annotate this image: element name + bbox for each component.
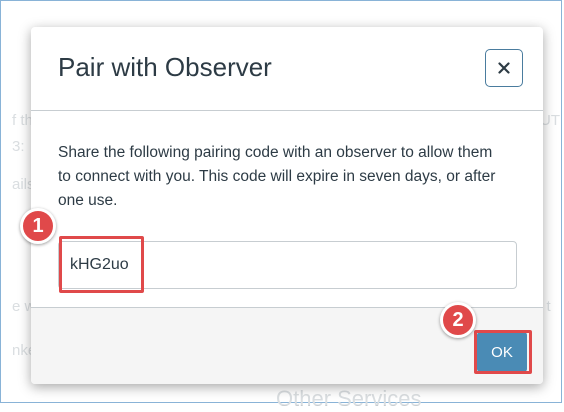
dialog-header: Pair with Observer [31, 27, 543, 111]
ok-button[interactable]: OK [477, 332, 527, 372]
pairing-code-field[interactable]: kHG2uo [58, 241, 517, 289]
dialog-body: Share the following pairing code with an… [31, 111, 543, 307]
close-button[interactable] [485, 49, 523, 87]
dialog-title: Pair with Observer [58, 52, 272, 82]
close-icon [498, 62, 510, 74]
pairing-code-value: kHG2uo [70, 256, 129, 273]
step-2-badge: 2 [440, 302, 476, 338]
step-1-badge: 1 [20, 208, 56, 244]
pairing-description: Share the following pairing code with an… [58, 144, 496, 209]
